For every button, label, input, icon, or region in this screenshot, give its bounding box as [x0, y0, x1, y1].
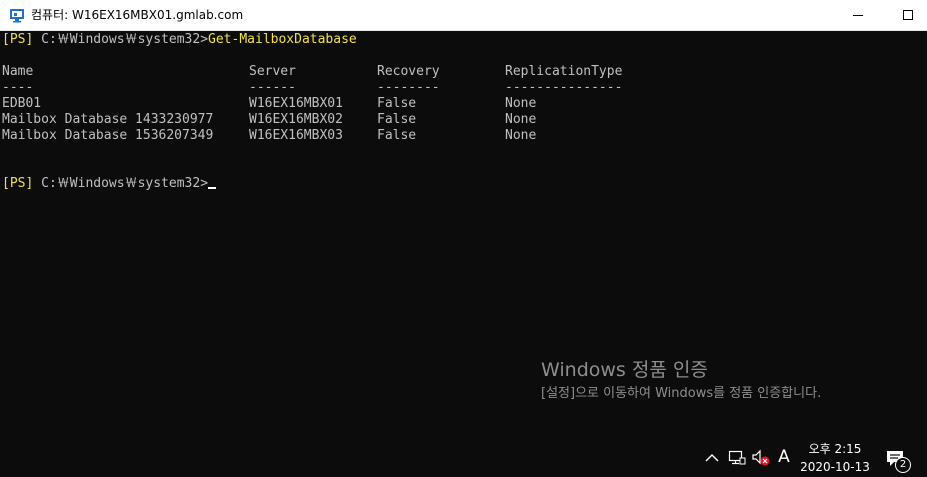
activation-watermark: Windows 정품 인증 [설정]으로 이동하여 Windows를 정품 인증… [541, 358, 821, 404]
notification-count-badge: 2 [895, 457, 911, 473]
system-tray: A 오후 2:15 2020-10-13 2 [0, 435, 927, 477]
row-recovery: False [377, 128, 417, 143]
volume-muted-icon[interactable] [751, 449, 771, 467]
header-underline: --------------- [505, 80, 623, 95]
command-line-1: [PS] C:￦Windows￦system32>Get-MailboxData… [2, 32, 357, 48]
header-underline: -------- [377, 80, 440, 95]
row-name: Mailbox Database 1433230977 [2, 112, 214, 127]
minimize-icon [852, 14, 863, 16]
remote-desktop-window: 컴퓨터: W16EX16MBX01.gmlab.com [PS] C:￦Wind… [0, 0, 927, 477]
chevron-up-icon[interactable] [703, 449, 721, 467]
command-text: Get-MailboxDatabase [208, 32, 357, 47]
maximize-icon [902, 9, 913, 20]
row-recovery: False [377, 112, 417, 127]
activation-subtitle: [설정]으로 이동하여 Windows를 정품 인증합니다. [541, 386, 822, 401]
row-server: W16EX16MBX03 [249, 128, 343, 143]
row-name: Mailbox Database 1536207349 [2, 128, 214, 143]
clock-date: 2020-10-13 [800, 460, 870, 474]
row-server: W16EX16MBX02 [249, 112, 343, 127]
header-server: Server [249, 64, 296, 79]
row-replicationtype: None [505, 112, 537, 127]
text-cursor [208, 187, 217, 189]
header-underline: ------ [249, 80, 296, 95]
header-name: Name [2, 64, 34, 79]
input-method-indicator[interactable]: A [774, 446, 794, 468]
command-line-2: [PS] C:￦Windows￦system32> [2, 176, 217, 192]
row-name: EDB01 [2, 96, 42, 111]
prompt-tag: [PS] [2, 32, 34, 47]
prompt-path: C:￦Windows￦system32> [33, 32, 209, 47]
network-icon[interactable] [727, 449, 747, 467]
header-recovery: Recovery [377, 64, 440, 79]
prompt-tag: [PS] [2, 176, 34, 191]
remote-desktop-icon [9, 7, 26, 24]
window-title: 컴퓨터: W16EX16MBX01.gmlab.com [31, 8, 244, 22]
row-recovery: False [377, 96, 417, 111]
taskbar-clock[interactable]: 오후 2:15 2020-10-13 [797, 440, 873, 476]
row-replicationtype: None [505, 96, 537, 111]
clock-time: 오후 2:15 [808, 442, 862, 456]
header-underline: ---- [2, 80, 34, 95]
title-bar[interactable]: 컴퓨터: W16EX16MBX01.gmlab.com [0, 0, 927, 31]
header-replicationtype: ReplicationType [505, 64, 623, 79]
row-replicationtype: None [505, 128, 537, 143]
minimize-button[interactable] [835, 0, 881, 30]
activation-title: Windows 정품 인증 [541, 359, 708, 381]
row-server: W16EX16MBX01 [249, 96, 343, 111]
prompt-path: C:￦Windows￦system32> [33, 176, 209, 191]
maximize-button[interactable] [885, 0, 927, 30]
